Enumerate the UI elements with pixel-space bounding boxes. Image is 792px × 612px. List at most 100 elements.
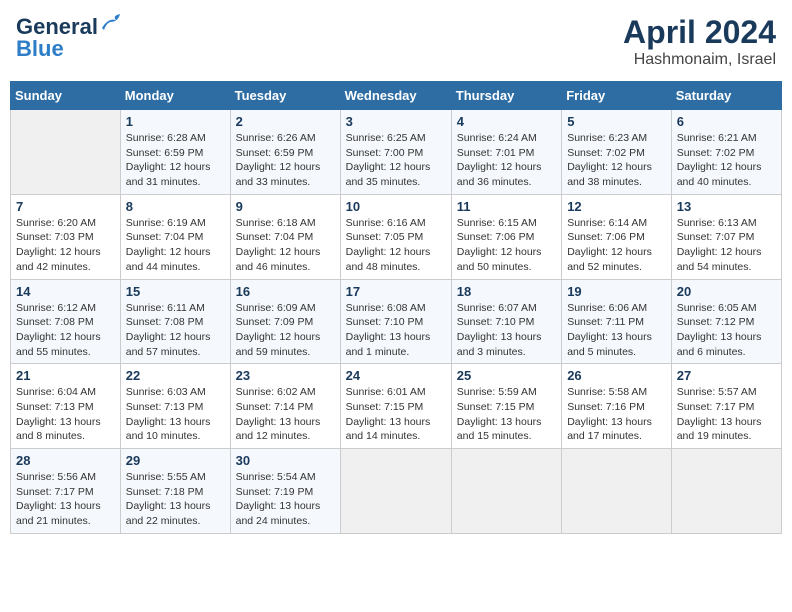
day-info: Sunrise: 6:13 AMSunset: 7:07 PMDaylight:… [677, 216, 776, 275]
day-number: 13 [677, 199, 776, 214]
day-number: 27 [677, 368, 776, 383]
day-info: Sunrise: 6:28 AMSunset: 6:59 PMDaylight:… [126, 131, 225, 190]
day-info: Sunrise: 6:19 AMSunset: 7:04 PMDaylight:… [126, 216, 225, 275]
calendar-cell: 19 Sunrise: 6:06 AMSunset: 7:11 PMDayligh… [562, 279, 672, 364]
day-info: Sunrise: 6:06 AMSunset: 7:11 PMDaylight:… [567, 301, 666, 360]
calendar-cell: 10Sunrise: 6:16 AMSunset: 7:05 PMDayligh… [340, 194, 451, 279]
week-row-1: 1Sunrise: 6:28 AMSunset: 6:59 PMDaylight… [11, 110, 782, 195]
day-number: 23 [236, 368, 335, 383]
day-number: 12 [567, 199, 666, 214]
calendar-cell: 24Sunrise: 6:01 AMSunset: 7:15 PMDayligh… [340, 364, 451, 449]
day-info: Sunrise: 6:04 AMSunset: 7:13 PMDaylight:… [16, 385, 115, 444]
logo: General Blue [16, 14, 122, 62]
day-info: Sunrise: 6:18 AMSunset: 7:04 PMDaylight:… [236, 216, 335, 275]
day-info: Sunrise: 6:12 AMSunset: 7:08 PMDaylight:… [16, 301, 115, 360]
day-number: 18 [457, 284, 556, 299]
day-info: Sunrise: 6:05 AMSunset: 7:12 PMDaylight:… [677, 301, 776, 360]
day-info: Sunrise: 6:03 AMSunset: 7:13 PMDaylight:… [126, 385, 225, 444]
logo-bird-icon [100, 14, 122, 32]
calendar-cell: 7 Sunrise: 6:20 AMSunset: 7:03 PMDaylight… [11, 194, 121, 279]
calendar-cell: 26 Sunrise: 5:58 AMSunset: 7:16 PMDayligh… [562, 364, 672, 449]
day-number: 22 [126, 368, 225, 383]
day-info: Sunrise: 6:09 AMSunset: 7:09 PMDaylight:… [236, 301, 335, 360]
calendar-cell: 2 Sunrise: 6:26 AMSunset: 6:59 PMDaylight… [230, 110, 340, 195]
calendar-cell: 12 Sunrise: 6:14 AMSunset: 7:06 PMDayligh… [562, 194, 672, 279]
calendar-cell [11, 110, 121, 195]
day-number: 25 [457, 368, 556, 383]
title-area: April 2024 Hashmonaim, Israel [623, 14, 776, 69]
calendar-cell: 18 Sunrise: 6:07 AMSunset: 7:10 PMDayligh… [451, 279, 561, 364]
calendar-cell: 14 Sunrise: 6:12 AMSunset: 7:08 PMDayligh… [11, 279, 121, 364]
header-day-monday: Monday [120, 82, 230, 110]
calendar-cell [671, 449, 781, 534]
day-info: Sunrise: 5:55 AMSunset: 7:18 PMDaylight:… [126, 470, 225, 529]
day-info: Sunrise: 6:14 AMSunset: 7:06 PMDaylight:… [567, 216, 666, 275]
day-number: 17 [346, 284, 446, 299]
calendar-cell: 17 Sunrise: 6:08 AMSunset: 7:10 PMDayligh… [340, 279, 451, 364]
day-info: Sunrise: 6:01 AMSunset: 7:15 PMDaylight:… [346, 385, 446, 444]
calendar-cell: 4 Sunrise: 6:24 AMSunset: 7:01 PMDaylight… [451, 110, 561, 195]
logo-blue: Blue [16, 36, 64, 62]
day-number: 11 [457, 199, 556, 214]
day-info: Sunrise: 5:59 AMSunset: 7:15 PMDaylight:… [457, 385, 556, 444]
day-info: Sunrise: 5:56 AMSunset: 7:17 PMDaylight:… [16, 470, 115, 529]
day-number: 6 [677, 114, 776, 129]
week-row-3: 14 Sunrise: 6:12 AMSunset: 7:08 PMDayligh… [11, 279, 782, 364]
header-day-friday: Friday [562, 82, 672, 110]
location-title: Hashmonaim, Israel [623, 51, 776, 69]
calendar-cell: 22 Sunrise: 6:03 AMSunset: 7:13 PMDayligh… [120, 364, 230, 449]
calendar-cell: 8 Sunrise: 6:19 AMSunset: 7:04 PMDaylight… [120, 194, 230, 279]
day-info: Sunrise: 6:11 AMSunset: 7:08 PMDaylight:… [126, 301, 225, 360]
week-row-4: 21 Sunrise: 6:04 AMSunset: 7:13 PMDayligh… [11, 364, 782, 449]
day-info: Sunrise: 6:15 AMSunset: 7:06 PMDaylight:… [457, 216, 556, 275]
day-number: 29 [126, 453, 225, 468]
day-info: Sunrise: 6:25 AMSunset: 7:00 PMDaylight:… [346, 131, 446, 190]
calendar-cell: 30Sunrise: 5:54 AMSunset: 7:19 PMDayligh… [230, 449, 340, 534]
day-number: 20 [677, 284, 776, 299]
day-info: Sunrise: 6:23 AMSunset: 7:02 PMDaylight:… [567, 131, 666, 190]
day-number: 16 [236, 284, 335, 299]
day-number: 19 [567, 284, 666, 299]
day-info: Sunrise: 6:24 AMSunset: 7:01 PMDaylight:… [457, 131, 556, 190]
day-number: 30 [236, 453, 335, 468]
calendar-cell: 21 Sunrise: 6:04 AMSunset: 7:13 PMDayligh… [11, 364, 121, 449]
calendar-table: SundayMondayTuesdayWednesdayThursdayFrid… [10, 81, 782, 534]
calendar-cell: 15Sunrise: 6:11 AMSunset: 7:08 PMDayligh… [120, 279, 230, 364]
day-number: 8 [126, 199, 225, 214]
day-info: Sunrise: 5:58 AMSunset: 7:16 PMDaylight:… [567, 385, 666, 444]
header-day-thursday: Thursday [451, 82, 561, 110]
day-number: 26 [567, 368, 666, 383]
calendar-cell: 25 Sunrise: 5:59 AMSunset: 7:15 PMDayligh… [451, 364, 561, 449]
day-number: 2 [236, 114, 335, 129]
month-title: April 2024 [623, 14, 776, 51]
calendar-cell: 23 Sunrise: 6:02 AMSunset: 7:14 PMDayligh… [230, 364, 340, 449]
day-number: 3 [346, 114, 446, 129]
calendar-cell: 3 Sunrise: 6:25 AMSunset: 7:00 PMDaylight… [340, 110, 451, 195]
header: General Blue April 2024 Hashmonaim, Isra… [10, 10, 782, 73]
day-info: Sunrise: 6:21 AMSunset: 7:02 PMDaylight:… [677, 131, 776, 190]
day-number: 9 [236, 199, 335, 214]
day-number: 7 [16, 199, 115, 214]
calendar-cell: 20 Sunrise: 6:05 AMSunset: 7:12 PMDayligh… [671, 279, 781, 364]
day-info: Sunrise: 6:20 AMSunset: 7:03 PMDaylight:… [16, 216, 115, 275]
day-number: 28 [16, 453, 115, 468]
day-number: 5 [567, 114, 666, 129]
calendar-cell: 1Sunrise: 6:28 AMSunset: 6:59 PMDaylight… [120, 110, 230, 195]
calendar-cell: 9 Sunrise: 6:18 AMSunset: 7:04 PMDaylight… [230, 194, 340, 279]
header-day-wednesday: Wednesday [340, 82, 451, 110]
calendar-cell: 13 Sunrise: 6:13 AMSunset: 7:07 PMDayligh… [671, 194, 781, 279]
day-number: 14 [16, 284, 115, 299]
calendar-cell: 29 Sunrise: 5:55 AMSunset: 7:18 PMDayligh… [120, 449, 230, 534]
header-day-sunday: Sunday [11, 82, 121, 110]
calendar-cell: 27Sunrise: 5:57 AMSunset: 7:17 PMDayligh… [671, 364, 781, 449]
week-row-2: 7 Sunrise: 6:20 AMSunset: 7:03 PMDaylight… [11, 194, 782, 279]
day-info: Sunrise: 6:08 AMSunset: 7:10 PMDaylight:… [346, 301, 446, 360]
day-info: Sunrise: 6:02 AMSunset: 7:14 PMDaylight:… [236, 385, 335, 444]
day-number: 21 [16, 368, 115, 383]
calendar-cell: 11 Sunrise: 6:15 AMSunset: 7:06 PMDayligh… [451, 194, 561, 279]
calendar-cell [562, 449, 672, 534]
day-info: Sunrise: 6:07 AMSunset: 7:10 PMDaylight:… [457, 301, 556, 360]
calendar-cell [451, 449, 561, 534]
day-number: 4 [457, 114, 556, 129]
day-info: Sunrise: 6:26 AMSunset: 6:59 PMDaylight:… [236, 131, 335, 190]
